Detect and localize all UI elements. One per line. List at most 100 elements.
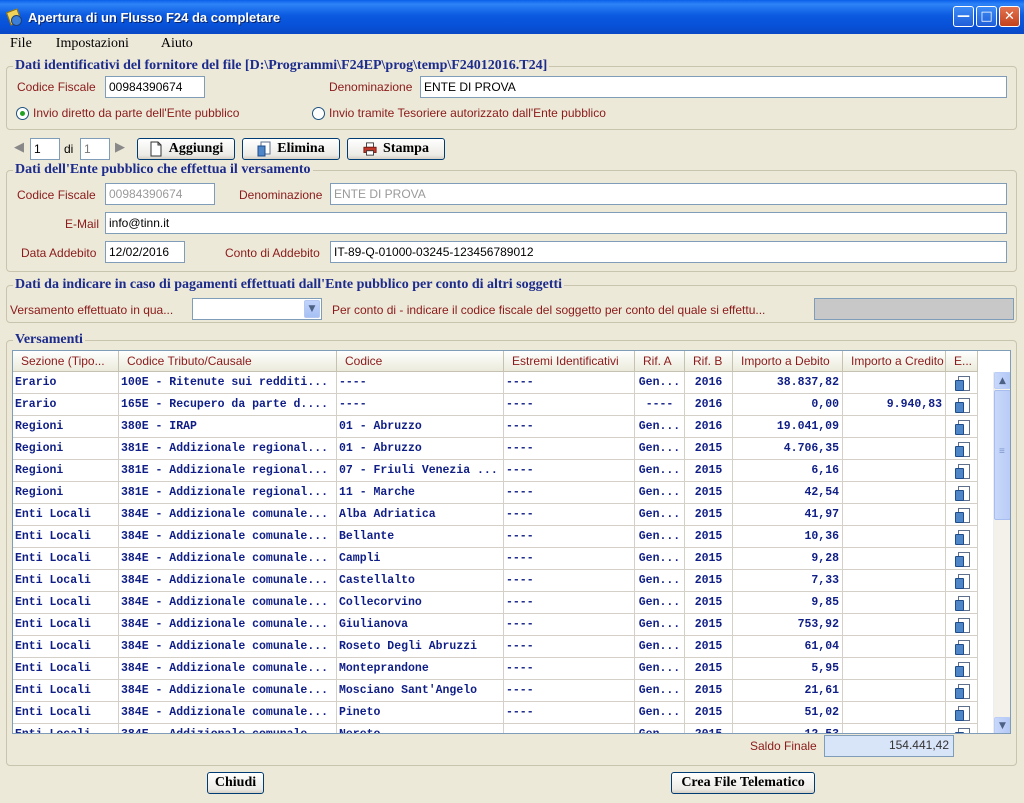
table-row[interactable]: Enti Locali384E - Addizionale comunale..…: [13, 702, 978, 724]
next-arrow-icon[interactable]: ▶: [111, 139, 129, 157]
edit-cell[interactable]: [946, 636, 978, 658]
column-header[interactable]: Codice Tributo/Causale: [119, 351, 337, 372]
edit-cell[interactable]: [946, 482, 978, 504]
ente-data-field[interactable]: 12/02/2016: [105, 241, 185, 263]
versamenti-table[interactable]: Sezione (Tipo... Codice Tributo/Causale Co…: [12, 350, 1011, 734]
column-header[interactable]: Rif. A: [635, 351, 685, 372]
versamento-qualita-select[interactable]: ▼: [192, 298, 322, 320]
table-cell: Enti Locali: [13, 614, 119, 636]
column-header[interactable]: E...: [946, 351, 978, 372]
ente-email-field[interactable]: info@tinn.it: [105, 212, 1007, 234]
edit-document-icon[interactable]: [954, 727, 970, 733]
column-header[interactable]: Importo a Credito: [843, 351, 946, 372]
edit-cell[interactable]: [946, 680, 978, 702]
table-cell: Enti Locali: [13, 504, 119, 526]
edit-document-icon[interactable]: [954, 639, 970, 655]
table-row[interactable]: Enti Locali384E - Addizionale comunale..…: [13, 614, 978, 636]
fornitore-cf-field[interactable]: 00984390674: [105, 76, 205, 98]
edit-cell[interactable]: [946, 504, 978, 526]
edit-cell[interactable]: [946, 438, 978, 460]
menu-impostazioni[interactable]: Impostazioni: [42, 36, 139, 52]
table-row[interactable]: Regioni 380E - IRAP 01 - Abruzzo ---- Gen...…: [13, 416, 978, 438]
aggiungi-button[interactable]: Aggiungi: [137, 138, 235, 160]
edit-document-icon[interactable]: [954, 617, 970, 633]
vertical-scrollbar[interactable]: ▲ ▼: [993, 372, 1010, 733]
table-row[interactable]: Enti Locali384E - Addizionale comunale..…: [13, 680, 978, 702]
radio-invio-tesoriere[interactable]: Invio tramite Tesoriere autorizzato dall…: [312, 106, 606, 120]
column-header[interactable]: Estremi Identificativi: [504, 351, 635, 372]
table-row[interactable]: Regioni 381E - Addizionale regional... 11 …: [13, 482, 978, 504]
chiudi-button[interactable]: Chiudi: [207, 772, 264, 794]
table-row[interactable]: Regioni 381E - Addizionale regional... 01 …: [13, 438, 978, 460]
edit-cell[interactable]: [946, 394, 978, 416]
table-row[interactable]: Enti Locali384E - Addizionale comunale..…: [13, 636, 978, 658]
edit-document-icon[interactable]: [954, 529, 970, 545]
crea-file-telematico-button[interactable]: Crea File Telematico: [671, 772, 815, 794]
table-row[interactable]: Enti Locali384E - Addizionale comunale..…: [13, 504, 978, 526]
edit-cell[interactable]: [946, 658, 978, 680]
fornitore-den-field[interactable]: ENTE DI PROVA: [420, 76, 1007, 98]
chevron-down-icon[interactable]: ▼: [304, 300, 320, 318]
table-row[interactable]: Enti Locali384E - Addizionale comunale..…: [13, 724, 978, 733]
close-button[interactable]: ✕: [999, 6, 1020, 27]
edit-document-icon[interactable]: [954, 397, 970, 413]
edit-cell[interactable]: [946, 614, 978, 636]
edit-document-icon[interactable]: [954, 683, 970, 699]
table-row[interactable]: Enti Locali384E - Addizionale comunale..…: [13, 658, 978, 680]
edit-document-icon[interactable]: [954, 595, 970, 611]
table-row[interactable]: Enti Locali384E - Addizionale comunale..…: [13, 548, 978, 570]
menu-file[interactable]: File: [0, 36, 42, 52]
table-row[interactable]: Enti Locali384E - Addizionale comunale..…: [13, 592, 978, 614]
edit-cell[interactable]: [946, 724, 978, 733]
ente-cf-field: 00984390674: [105, 183, 215, 205]
radio-invio-diretto[interactable]: Invio diretto da parte dell'Ente pubblic…: [16, 106, 239, 120]
minimize-button[interactable]: —: [953, 6, 974, 27]
edit-document-icon[interactable]: [954, 463, 970, 479]
edit-cell[interactable]: [946, 570, 978, 592]
scroll-down-icon[interactable]: ▼: [994, 717, 1010, 733]
scroll-thumb[interactable]: [994, 390, 1010, 520]
edit-document-icon[interactable]: [954, 419, 970, 435]
table-row[interactable]: Enti Locali384E - Addizionale comunale..…: [13, 526, 978, 548]
edit-cell[interactable]: [946, 416, 978, 438]
edit-document-icon[interactable]: [954, 441, 970, 457]
table-cell: 384E - Addizionale comunale...: [119, 614, 337, 636]
menu-aiuto[interactable]: Aiuto: [139, 36, 203, 52]
edit-cell[interactable]: [946, 702, 978, 724]
record-current-field[interactable]: 1: [30, 138, 60, 160]
table-row[interactable]: Erario 100E - Ritenute sui redditi... ----…: [13, 372, 978, 394]
table-cell: [843, 724, 946, 733]
edit-cell[interactable]: [946, 372, 978, 394]
edit-document-icon[interactable]: [954, 551, 970, 567]
table-cell: 753,92: [733, 614, 843, 636]
table-row[interactable]: Regioni 381E - Addizionale regional... 07 …: [13, 460, 978, 482]
ente-conto-field[interactable]: IT-89-Q-01000-03245-123456789012: [330, 241, 1007, 263]
edit-cell[interactable]: [946, 548, 978, 570]
elimina-button[interactable]: Elimina: [242, 138, 340, 160]
table-row[interactable]: Erario 165E - Recupero da parte d.... ----…: [13, 394, 978, 416]
table-cell: Gen...: [635, 658, 685, 680]
table-cell: 384E - Addizionale comunale...: [119, 526, 337, 548]
edit-document-icon[interactable]: [954, 573, 970, 589]
maximize-button[interactable]: □: [976, 6, 997, 27]
table-cell: 384E - Addizionale comunale...: [119, 592, 337, 614]
stampa-button[interactable]: Stampa: [347, 138, 445, 160]
column-header[interactable]: Sezione (Tipo...: [13, 351, 119, 372]
title-bar[interactable]: Apertura di un Flusso F24 da completare …: [0, 0, 1024, 34]
column-header[interactable]: Codice: [337, 351, 504, 372]
edit-cell[interactable]: [946, 460, 978, 482]
edit-document-icon[interactable]: [954, 485, 970, 501]
edit-cell[interactable]: [946, 592, 978, 614]
scroll-up-icon[interactable]: ▲: [994, 372, 1010, 389]
table-cell: 2015: [685, 658, 733, 680]
edit-document-icon[interactable]: [954, 375, 970, 391]
edit-document-icon[interactable]: [954, 705, 970, 721]
edit-cell[interactable]: [946, 526, 978, 548]
prev-arrow-icon[interactable]: ◀: [10, 139, 28, 157]
edit-document-icon[interactable]: [954, 507, 970, 523]
column-header[interactable]: Rif. B: [685, 351, 733, 372]
per-conto-field: [814, 298, 1014, 320]
table-row[interactable]: Enti Locali384E - Addizionale comunale..…: [13, 570, 978, 592]
column-header[interactable]: Importo a Debito: [733, 351, 843, 372]
edit-document-icon[interactable]: [954, 661, 970, 677]
